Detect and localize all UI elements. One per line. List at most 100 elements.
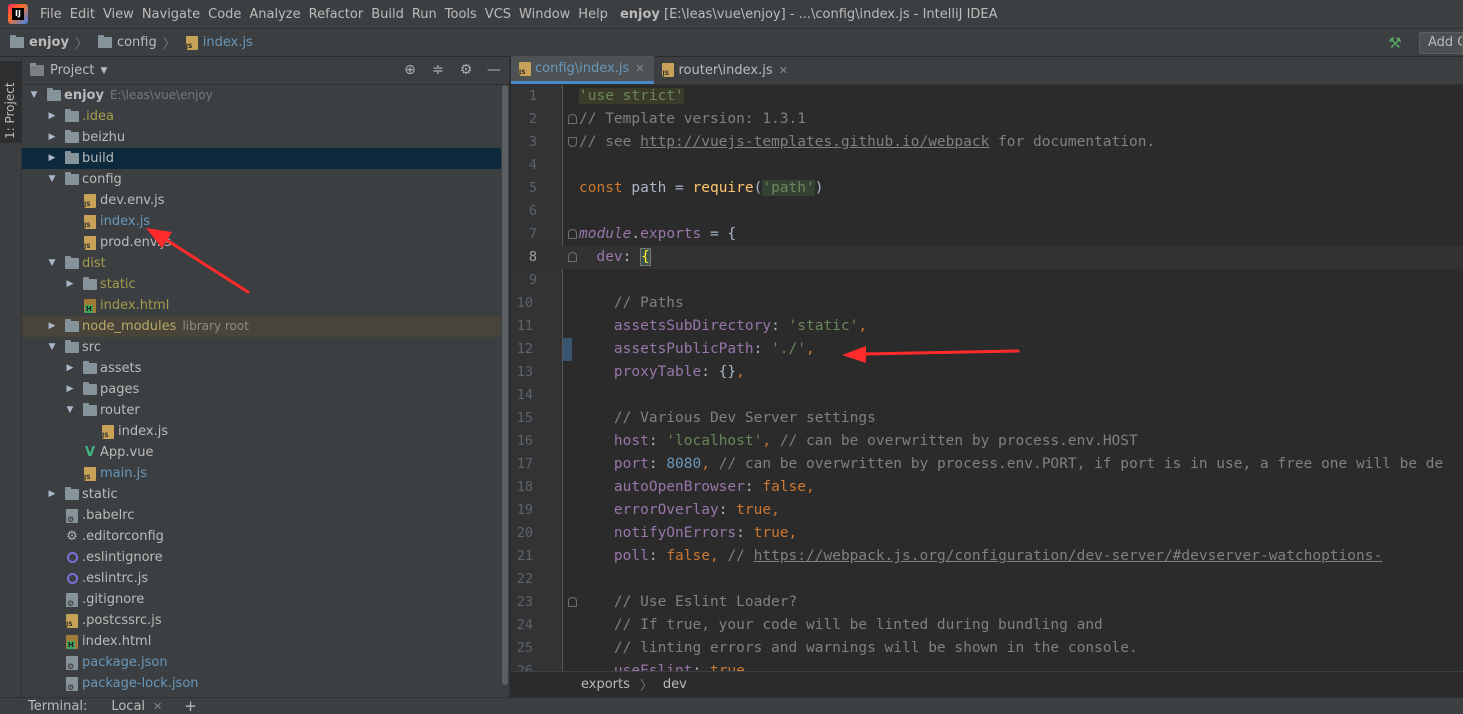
menu-file[interactable]: File	[36, 7, 66, 22]
menu-help[interactable]: Help	[574, 7, 612, 22]
chevron-down-icon[interactable]: ▼	[46, 337, 58, 358]
chevron-down-icon[interactable]: ▼	[100, 66, 107, 76]
nav-crumb-config[interactable]: config 〉	[97, 33, 182, 52]
tree-item[interactable]: ▶ assets	[22, 358, 502, 379]
tree-item-label: App.vue	[100, 445, 154, 460]
tree-item[interactable]: ▶.babelrc	[22, 505, 502, 526]
menu-tools[interactable]: Tools	[441, 7, 481, 22]
chevron-right-icon[interactable]: ▶	[46, 316, 58, 337]
code-area[interactable]: 1'use strict' 2// Template version: 1.3.…	[511, 85, 1463, 671]
chevron-right-icon[interactable]: ▶	[46, 106, 58, 127]
tree-item[interactable]: ▶index.html	[22, 295, 502, 316]
window-title-path: [E:\leas\vue\enjoy] - ...\config\index.j…	[664, 6, 998, 22]
menu-vcs[interactable]: VCS	[481, 7, 515, 22]
code-crumb-exports[interactable]: exports	[581, 677, 630, 692]
tree-item[interactable]: ▶ static	[22, 484, 502, 505]
terminal-tab-local[interactable]: Local	[105, 699, 151, 714]
close-icon[interactable]: ✕	[153, 700, 162, 713]
tab-config-index-js[interactable]: config\index.js ✕	[511, 56, 655, 84]
menu-view[interactable]: View	[99, 7, 138, 22]
code-line: 15 // Various Dev Server settings	[516, 410, 876, 426]
menu-refactor[interactable]: Refactor	[305, 7, 368, 22]
scrollbar-thumb[interactable]	[502, 85, 508, 685]
fold-icon[interactable]	[568, 114, 577, 124]
chevron-right-icon[interactable]: ▶	[64, 379, 76, 400]
fold-icon[interactable]	[568, 229, 577, 239]
minimize-icon[interactable]: —	[487, 62, 501, 78]
tree-item[interactable]: ▼ router	[22, 400, 502, 421]
tree-item[interactable]: ▼ src	[22, 337, 502, 358]
tree-item[interactable]: ▶ build	[22, 148, 502, 169]
tree-item[interactable]: ▶package.json	[22, 652, 502, 673]
js-file-icon	[82, 193, 98, 208]
project-tree-scrollbar[interactable]	[501, 85, 509, 697]
target-icon[interactable]: ⊕	[403, 62, 417, 78]
tree-item[interactable]: ▶ .idea	[22, 106, 502, 127]
menu-run[interactable]: Run	[408, 7, 441, 22]
gear-icon[interactable]: ⚙	[459, 62, 473, 78]
code-line: 13 proxyTable: {},	[516, 364, 745, 380]
chevron-right-icon: 〉	[162, 37, 176, 52]
chevron-right-icon: 〉	[74, 37, 88, 52]
chevron-right-icon[interactable]: ▶	[64, 274, 76, 295]
chevron-right-icon[interactable]: ▶	[46, 127, 58, 148]
nav-crumb-project[interactable]: enjoy 〉	[10, 33, 94, 52]
chevron-right-icon[interactable]: ▶	[46, 148, 58, 169]
tree-item[interactable]: ▶package-lock.json	[22, 673, 502, 694]
chevron-down-icon[interactable]: ▼	[64, 400, 76, 421]
folder-icon	[64, 109, 80, 124]
menu-window[interactable]: Window	[515, 7, 574, 22]
code-line: 17 port: 8080, // can be overwritten by …	[516, 456, 1444, 472]
close-icon[interactable]: ✕	[635, 62, 644, 75]
chevron-down-icon[interactable]: ▼	[46, 169, 58, 190]
tree-item[interactable]: ▶index.html	[22, 631, 502, 652]
fold-icon[interactable]	[568, 597, 577, 607]
chevron-right-icon[interactable]: ▶	[64, 358, 76, 379]
menu-edit[interactable]: Edit	[66, 7, 99, 22]
code-line: 2// Template version: 1.3.1	[528, 111, 806, 127]
tree-item[interactable]: ▶dev.env.js	[22, 190, 502, 211]
hammer-icon[interactable]: ⚒	[1387, 35, 1403, 51]
project-tool-tab-label: 1: Project	[3, 82, 17, 139]
tree-item[interactable]: ▶.postcssrc.js	[22, 610, 502, 631]
collapse-icon[interactable]: ≑	[431, 62, 445, 78]
tab-router-index-js[interactable]: router\index.js ✕	[654, 56, 797, 84]
menu-analyze[interactable]: Analyze	[245, 7, 304, 22]
tree-item[interactable]: ▼ enjoy E:\leas\vue\enjoy	[22, 85, 502, 106]
chevron-down-icon[interactable]: ▼	[46, 253, 58, 274]
tree-item[interactable]: ▶⚙.editorconfig	[22, 526, 502, 547]
code-line: 11 assetsSubDirectory: 'static',	[516, 318, 868, 334]
add-icon[interactable]: +	[184, 697, 197, 714]
add-configuration-button[interactable]: Add Configuration...	[1419, 32, 1463, 54]
tree-item[interactable]: ▶index.js	[22, 421, 502, 442]
menu-navigate[interactable]: Navigate	[138, 7, 204, 22]
menu-build[interactable]: Build	[367, 7, 408, 22]
tree-item[interactable]: ▶prod.env.js	[22, 232, 502, 253]
fold-icon[interactable]	[568, 137, 577, 147]
tree-item[interactable]: ▶main.js	[22, 463, 502, 484]
tree-item[interactable]: ▶.gitignore	[22, 589, 502, 610]
fold-icon[interactable]	[568, 252, 577, 262]
tree-item[interactable]: ▼ dist	[22, 253, 502, 274]
code-crumb-dev[interactable]: dev	[663, 677, 687, 692]
project-view-selector[interactable]: Project	[50, 63, 94, 78]
menu-code[interactable]: Code	[204, 7, 245, 22]
nav-crumb-file[interactable]: index.js	[185, 35, 253, 50]
folder-icon	[46, 88, 62, 103]
tree-item[interactable]: ▶ beizhu	[22, 127, 502, 148]
code-breadcrumb: exports 〉 dev	[511, 671, 1463, 697]
tree-item[interactable]: ▼ config	[22, 169, 502, 190]
tree-item[interactable]: ▶VApp.vue	[22, 442, 502, 463]
chevron-right-icon[interactable]: ▶	[46, 484, 58, 505]
tree-item[interactable]: ▶.eslintrc.js	[22, 568, 502, 589]
js-file-icon	[519, 61, 531, 76]
chevron-down-icon[interactable]: ▼	[28, 85, 40, 106]
close-icon[interactable]: ✕	[779, 64, 788, 77]
tree-item[interactable]: ▶.eslintignore	[22, 547, 502, 568]
tree-item[interactable]: ▶ static	[22, 274, 502, 295]
project-tool-tab[interactable]: 1: Project	[0, 61, 22, 143]
eslint-icon	[64, 551, 80, 565]
tree-item[interactable]: ▶ node_modules library root	[22, 316, 502, 337]
tree-item[interactable]: ▶ pages	[22, 379, 502, 400]
tree-item[interactable]: ▶index.js	[22, 211, 502, 232]
